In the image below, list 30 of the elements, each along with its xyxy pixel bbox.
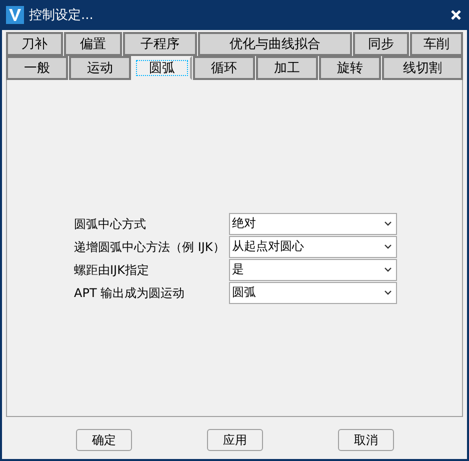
- chevron-icon: [384, 221, 392, 226]
- chevron-icon: [384, 267, 392, 272]
- tab[interactable]: 偏置: [64, 32, 122, 56]
- tab[interactable]: 子程序: [123, 32, 197, 56]
- dialog-button[interactable]: 取消: [338, 429, 394, 451]
- field-label: APT 输出成为圆运动: [74, 284, 186, 302]
- field-label: 递增圆弧中心方法（例 IJK）: [74, 238, 226, 256]
- tab[interactable]: 一般: [6, 56, 68, 80]
- tab[interactable]: 运动: [69, 56, 131, 80]
- tab[interactable]: 优化与曲线拟合: [198, 32, 352, 56]
- app-logo-icon: [6, 6, 24, 24]
- chevron-icon: [384, 244, 392, 249]
- tab[interactable]: 刀补: [6, 32, 63, 56]
- tab[interactable]: 线切割: [382, 56, 463, 80]
- tab[interactable]: 车削: [410, 32, 463, 56]
- tab[interactable]: 旋转: [319, 56, 381, 80]
- close-icon[interactable]: [451, 10, 461, 20]
- window-title: 控制设定...: [29, 7, 94, 24]
- field-label: 螺距由IJK指定: [74, 262, 150, 278]
- dialog-button[interactable]: 确定: [76, 429, 132, 451]
- dropdown[interactable]: 圆弧: [229, 282, 397, 304]
- chevron-icon: [384, 290, 392, 295]
- dropdown[interactable]: 绝对: [229, 212, 397, 234]
- tab[interactable]: 加工: [256, 56, 318, 80]
- field-label: 圆弧中心方式: [74, 216, 147, 232]
- dropdown[interactable]: 从起点对圆心: [229, 236, 397, 258]
- tab[interactable]: 同步: [353, 32, 409, 56]
- dropdown[interactable]: 是: [229, 258, 397, 280]
- tab[interactable]: 循环: [193, 56, 255, 80]
- dialog-button[interactable]: 应用: [207, 429, 263, 451]
